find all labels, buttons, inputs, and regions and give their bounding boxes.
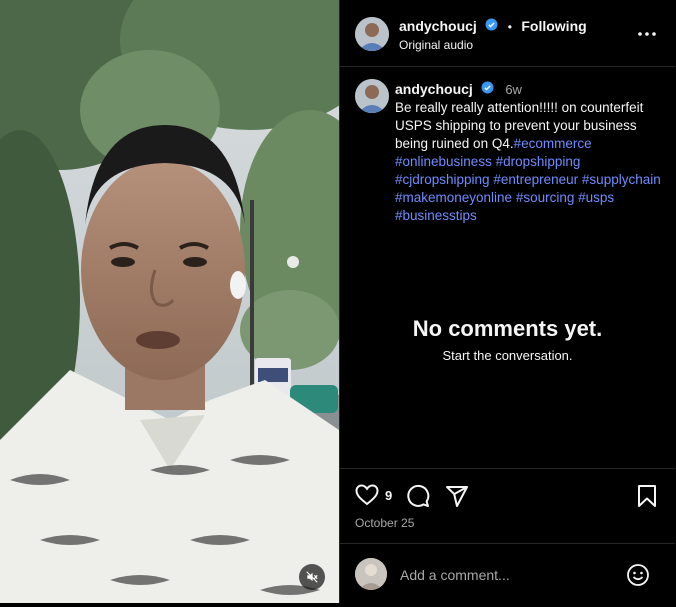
like-count[interactable]: 9	[385, 488, 392, 503]
comment-composer	[340, 543, 675, 604]
comment-input[interactable]	[398, 564, 622, 586]
hashtag-link[interactable]: #dropshipping	[496, 154, 581, 169]
caption-author-avatar[interactable]	[355, 79, 389, 113]
header-title-row: andychoucj • Following	[399, 18, 587, 36]
post-caption: andychoucj 6w Be really really attention…	[395, 80, 665, 225]
empty-comments-title: No comments yet.	[412, 316, 603, 341]
hashtag-link[interactable]: #supplychain	[582, 172, 661, 187]
hashtag-link[interactable]: #cjdropshipping	[395, 172, 490, 187]
caption-body: Be really really attention!!!!! on count…	[395, 99, 665, 225]
emoji-icon	[627, 564, 649, 586]
paper-plane-icon	[446, 486, 468, 507]
verified-badge-icon	[481, 81, 494, 99]
bookmark-icon	[638, 485, 656, 507]
author-username[interactable]: andychoucj	[399, 18, 477, 34]
post-actions: 9 October 25	[340, 468, 675, 539]
like-button[interactable]	[355, 484, 379, 511]
following-button[interactable]: Following	[521, 18, 586, 34]
verified-badge-icon	[485, 18, 498, 36]
hashtag-link[interactable]: #ecommerce	[514, 136, 592, 151]
empty-comments-subtitle: Start the conversation.	[442, 348, 573, 363]
post-header: andychoucj • Following Original audio	[340, 0, 675, 67]
hashtag-link[interactable]: #onlinebusiness	[395, 154, 492, 169]
video-frame	[0, 0, 339, 603]
speaker-muted-icon	[306, 571, 318, 583]
caption-header: andychoucj 6w	[395, 80, 665, 99]
audio-label[interactable]: Original audio	[399, 38, 473, 52]
post-modal: andychoucj • Following Original audio an…	[0, 0, 676, 607]
comment-bubble-icon	[407, 484, 430, 507]
author-avatar[interactable]	[355, 17, 389, 51]
share-button[interactable]	[445, 484, 469, 513]
mute-toggle-button[interactable]	[299, 564, 325, 590]
separator-dot: •	[507, 20, 512, 35]
hashtag-link[interactable]: #entrepreneur	[493, 172, 578, 187]
emoji-button[interactable]	[626, 563, 650, 592]
more-options-icon	[638, 32, 656, 36]
comment-button[interactable]	[406, 484, 430, 513]
save-button[interactable]	[636, 484, 658, 513]
heart-icon	[355, 484, 379, 506]
post-age[interactable]: 6w	[505, 82, 522, 97]
hashtag-link[interactable]: #sourcing	[516, 190, 575, 205]
hashtag-link[interactable]: #usps	[578, 190, 614, 205]
more-options-button[interactable]	[636, 24, 658, 44]
empty-comments-state: No comments yet. Start the conversation.	[340, 316, 675, 363]
current-user-avatar	[355, 558, 387, 590]
video-player[interactable]	[0, 0, 339, 603]
caption-username[interactable]: andychoucj	[395, 81, 473, 97]
post-details-panel: andychoucj • Following Original audio an…	[339, 0, 675, 603]
post-date[interactable]: October 25	[355, 516, 414, 530]
hashtag-link[interactable]: #makemoneyonline	[395, 190, 512, 205]
hashtag-link[interactable]: #businesstips	[395, 208, 477, 223]
